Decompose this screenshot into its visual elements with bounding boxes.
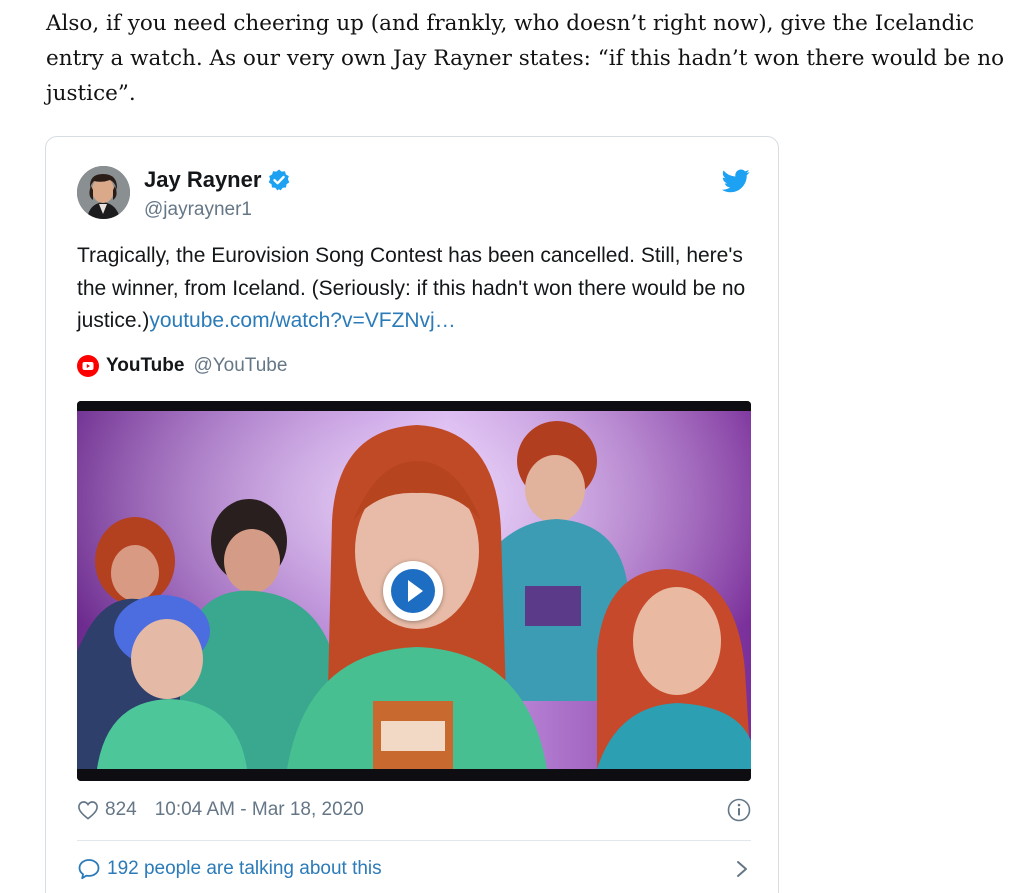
tweet-embed[interactable]: Jay Rayner @jayrayner1 Tragically, the E… — [45, 136, 779, 893]
tweet-timestamp[interactable]: 10:04 AM - Mar 18, 2020 — [155, 799, 364, 821]
divider — [77, 840, 751, 841]
like-count[interactable]: 824 — [105, 799, 137, 821]
youtube-logo-icon — [77, 355, 99, 377]
author-handle[interactable]: @jayrayner1 — [144, 199, 252, 221]
speech-bubble-icon — [78, 859, 100, 880]
chevron-right-icon[interactable] — [735, 859, 749, 879]
verified-badge-icon — [269, 169, 290, 191]
source-name[interactable]: YouTube — [106, 355, 184, 377]
author-name[interactable]: Jay Rayner — [144, 167, 261, 193]
play-button[interactable] — [383, 561, 443, 621]
talking-count[interactable]: 192 people are talking about this — [107, 858, 382, 880]
tweet-footer: 824 10:04 AM - Mar 18, 2020 — [77, 795, 751, 825]
video-thumbnail[interactable] — [77, 401, 751, 781]
author-name-row[interactable]: Jay Rayner — [144, 167, 291, 193]
conversation-link[interactable]: 192 people are talking about this — [77, 854, 751, 884]
twitter-bird-icon[interactable] — [722, 169, 750, 193]
info-icon[interactable] — [727, 798, 751, 822]
article-paragraph: Also, if you need cheering up (and frank… — [46, 11, 1005, 106]
source-handle[interactable]: @YouTube — [193, 355, 287, 377]
quoted-source[interactable]: YouTube @YouTube — [77, 355, 287, 377]
tweet-link[interactable]: youtube.com/watch?v=VFZNvj… — [149, 309, 455, 332]
heart-icon[interactable] — [77, 800, 99, 820]
play-icon — [391, 569, 435, 613]
tweet-text: Tragically, the Eurovision Song Contest … — [77, 240, 757, 338]
avatar[interactable] — [77, 166, 130, 219]
